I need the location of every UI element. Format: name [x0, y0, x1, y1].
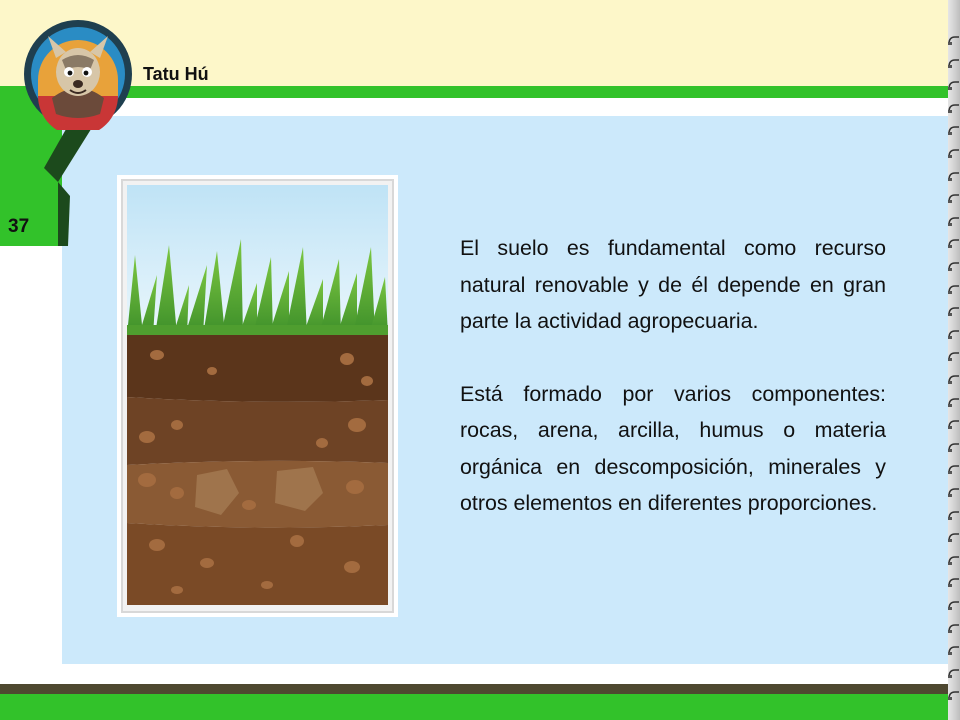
paragraph-soil-importance: El suelo es fundamental como recurso nat…	[460, 236, 886, 333]
binding-ring-icon	[948, 171, 959, 181]
mascot-logo-icon	[24, 20, 132, 130]
binding-ring-icon	[948, 352, 959, 362]
binding-ring-icon	[948, 397, 959, 407]
binding-ring-icon	[948, 36, 959, 45]
binding-ring-icon	[948, 533, 959, 543]
footer-green-strip	[0, 694, 950, 720]
binding-ring-icon	[948, 375, 959, 384]
binding-ring-icon	[948, 329, 959, 339]
header-white-strip	[0, 98, 950, 116]
binding-ring-icon	[948, 307, 959, 317]
binding-ring-icon	[948, 623, 959, 633]
binding-ring-icon	[948, 510, 959, 520]
binding-ring-icon	[948, 488, 959, 497]
binding-ring-icon	[948, 646, 959, 656]
binding-ring-icon	[948, 194, 959, 204]
binding-ring-icon	[948, 691, 959, 701]
binding-ring-icon	[948, 284, 959, 294]
paragraph-soil-components: Está formado por varios componentes: roc…	[460, 381, 886, 516]
binding-ring-icon	[948, 420, 959, 430]
binding-ring-icon	[948, 103, 959, 113]
binding-ring-icon	[948, 216, 959, 226]
binding-ring-icon	[948, 442, 959, 452]
page-number: 37	[8, 216, 30, 237]
binding-ring-icon	[948, 239, 959, 249]
soil-layers-illustration	[117, 175, 398, 617]
binding-ring-icon	[948, 668, 959, 678]
binding-ring-icon	[948, 58, 959, 68]
footer-brown-strip	[0, 684, 950, 694]
binding-ring-icon	[948, 465, 959, 475]
binding-ring-icon	[948, 601, 959, 610]
binding-ring-icon	[948, 578, 959, 588]
binding-ring-icon	[948, 262, 959, 271]
header-green-strip	[0, 86, 950, 98]
binding-ring-icon	[948, 126, 959, 136]
binding-ring-icon	[948, 149, 959, 158]
body-text: El suelo es fundamental como recurso nat…	[460, 230, 886, 558]
binding-ring-icon	[948, 555, 959, 565]
brand-name: Tatu Hú	[143, 64, 209, 84]
binding-ring-icon	[948, 81, 959, 91]
footer-white-strip	[0, 664, 950, 684]
